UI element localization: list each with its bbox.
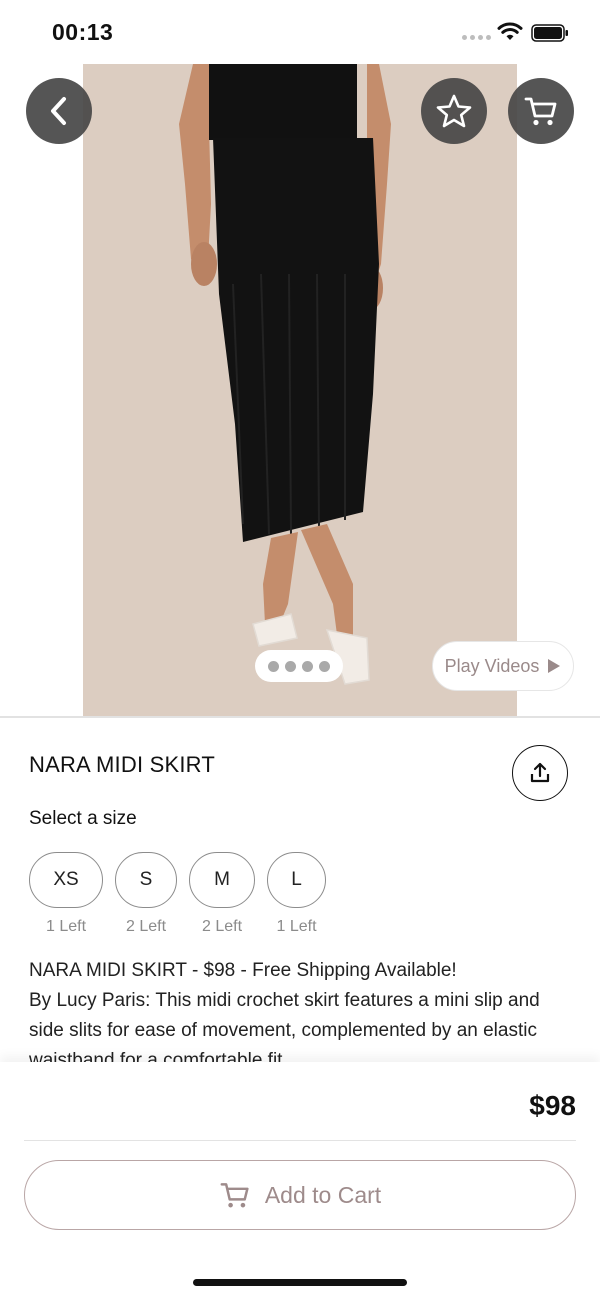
cart-icon: [524, 97, 557, 126]
star-icon: [436, 94, 472, 128]
pager-dot[interactable]: [319, 660, 330, 672]
status-time: 00:13: [52, 19, 114, 45]
size-stock-xs: 1 Left: [45, 918, 87, 935]
purchase-bar: $98 Add to Cart: [0, 1062, 600, 1299]
product-title: NARA MIDI SKIRT: [29, 752, 215, 777]
image-pager-dots[interactable]: [255, 650, 343, 682]
size-option-s[interactable]: S: [115, 852, 177, 908]
battery-icon: [531, 24, 568, 42]
cart-icon: [220, 1183, 249, 1208]
wifi-icon: [497, 22, 523, 40]
add-to-cart-label: Add to Cart: [264, 1181, 382, 1208]
product-description: NARA MIDI SKIRT - $98 - Free Shipping Av…: [29, 956, 579, 1062]
cart-button[interactable]: [508, 78, 574, 144]
size-option-m[interactable]: M: [189, 852, 255, 908]
description-line-2: By Lucy Paris: This midi crochet skirt f…: [29, 990, 540, 1062]
pager-dot[interactable]: [285, 660, 296, 672]
divider: [0, 716, 600, 718]
size-heading: Select a size: [29, 808, 137, 829]
chevron-left-icon: [51, 97, 66, 125]
divider: [24, 1140, 576, 1141]
play-videos-label: Play Videos: [444, 655, 540, 676]
product-image[interactable]: [83, 64, 517, 716]
size-stock-l: 1 Left: [276, 918, 317, 935]
play-videos-button[interactable]: Play Videos: [432, 641, 574, 691]
back-button[interactable]: [26, 78, 92, 144]
pager-dot[interactable]: [268, 660, 279, 672]
product-photo-illustration: [179, 64, 391, 685]
product-price: $98: [529, 1090, 576, 1121]
description-line-1: NARA MIDI SKIRT - $98 - Free Shipping Av…: [29, 960, 457, 981]
share-icon: [530, 762, 550, 783]
size-stock-m: 2 Left: [201, 918, 243, 935]
pager-dot[interactable]: [302, 660, 313, 672]
play-icon: [548, 659, 561, 673]
add-to-cart-button[interactable]: Add to Cart: [24, 1160, 576, 1230]
size-option-xs[interactable]: XS: [29, 852, 103, 908]
favorite-button[interactable]: [421, 78, 487, 144]
share-button[interactable]: [512, 745, 568, 801]
size-option-l[interactable]: L: [267, 852, 326, 908]
status-bar: 00:13: [0, 0, 600, 64]
home-indicator[interactable]: [193, 1279, 407, 1286]
cellular-signal-icon: [462, 35, 491, 40]
size-stock-s: 2 Left: [125, 918, 167, 935]
